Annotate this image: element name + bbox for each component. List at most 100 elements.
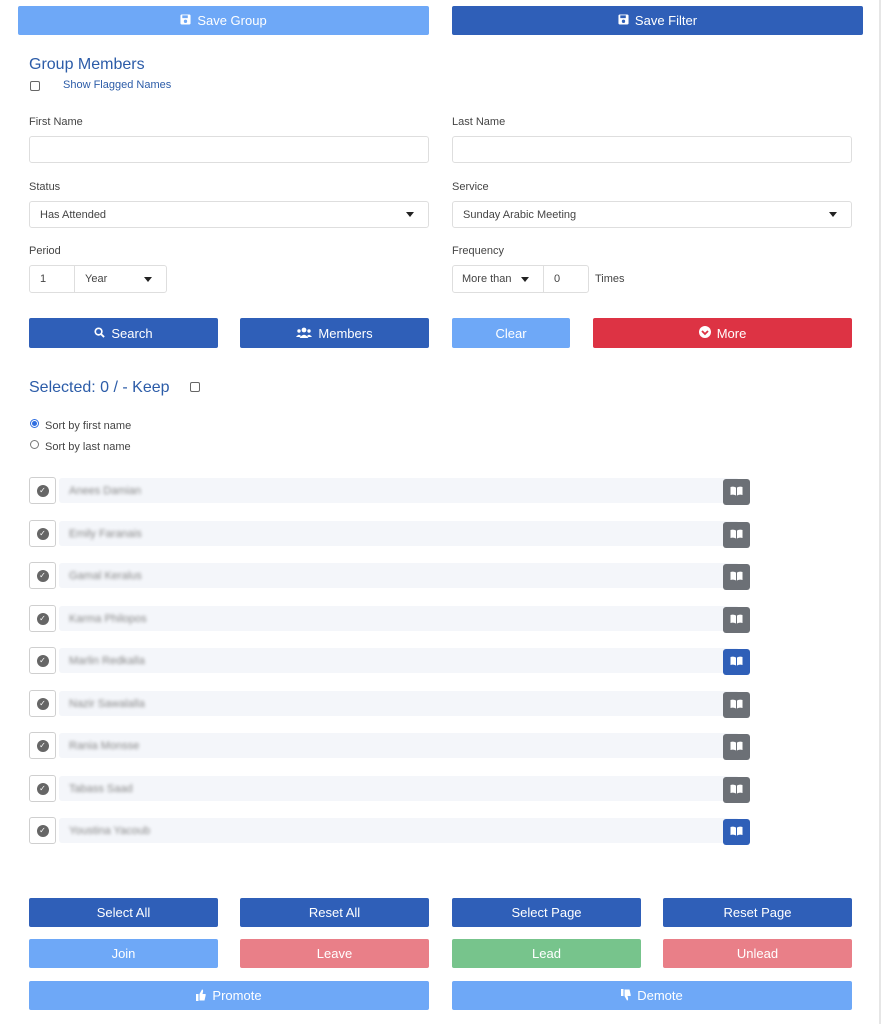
member-select-toggle[interactable]: ✓ xyxy=(29,775,56,802)
member-name-field[interactable]: Gamal Keralus xyxy=(59,563,739,588)
save-group-label: Save Group xyxy=(197,13,267,28)
sort-last-name-radio[interactable] xyxy=(30,440,39,449)
member-name-field[interactable]: Youstina Yacoub xyxy=(59,818,739,843)
period-unit-select[interactable]: Year xyxy=(74,265,167,293)
lead-button[interactable]: Lead xyxy=(452,939,641,968)
member-select-toggle[interactable]: ✓ xyxy=(29,605,56,632)
demote-button[interactable]: Demote xyxy=(452,981,852,1010)
frequency-operator-select[interactable]: More than xyxy=(452,265,544,293)
member-row: ✓ Rania Monsse xyxy=(29,732,759,760)
member-notes-button[interactable] xyxy=(723,522,750,548)
member-notes-button[interactable] xyxy=(723,649,750,675)
check-circle-icon: ✓ xyxy=(36,782,49,795)
thumbs-down-icon xyxy=(621,988,631,1003)
first-name-field[interactable] xyxy=(29,136,429,163)
demote-label: Demote xyxy=(637,988,683,1003)
member-name-field[interactable]: Rania Monsse xyxy=(59,733,739,758)
search-button[interactable]: Search xyxy=(29,318,218,348)
member-select-toggle[interactable]: ✓ xyxy=(29,690,56,717)
check-circle-icon: ✓ xyxy=(36,612,49,625)
leave-button[interactable]: Leave xyxy=(240,939,429,968)
members-button[interactable]: Members xyxy=(240,318,429,348)
search-label: Search xyxy=(111,325,153,341)
check-circle-icon: ✓ xyxy=(36,569,49,582)
lead-label: Lead xyxy=(532,946,561,961)
member-name: Tabass Saad xyxy=(69,782,133,795)
open-book-icon xyxy=(730,738,743,756)
more-label: More xyxy=(716,325,747,341)
member-row: ✓ Gamal Keralus xyxy=(29,562,759,590)
status-label: Status xyxy=(29,181,61,193)
member-name-field[interactable]: Tabass Saad xyxy=(59,776,739,801)
last-name-field[interactable] xyxy=(452,136,852,163)
service-select[interactable]: Sunday Arabic Meeting xyxy=(452,201,852,228)
member-select-toggle[interactable]: ✓ xyxy=(29,520,56,547)
open-book-icon xyxy=(730,526,743,544)
check-circle-icon: ✓ xyxy=(36,824,49,837)
member-notes-button[interactable] xyxy=(723,692,750,718)
period-number-field[interactable]: 1 xyxy=(29,265,75,293)
group-members-title: Group Members xyxy=(29,56,145,73)
save-group-button[interactable]: Save Group xyxy=(18,6,429,35)
check-circle-icon: ✓ xyxy=(36,527,49,540)
sort-first-name-radio[interactable] xyxy=(30,419,39,428)
member-name-field[interactable]: Anees Damian xyxy=(59,478,739,503)
member-select-toggle[interactable]: ✓ xyxy=(29,817,56,844)
member-name-field[interactable]: Emily Faranais xyxy=(59,521,739,546)
select-all-button[interactable]: Select All xyxy=(29,898,218,927)
keep-checkbox[interactable] xyxy=(190,382,200,392)
join-button[interactable]: Join xyxy=(29,939,218,968)
member-row: ✓ Nazir Sawalalla xyxy=(29,690,759,718)
sort-first-name-label[interactable]: Sort by first name xyxy=(45,420,131,432)
period-unit-chevron-down-icon xyxy=(144,277,152,282)
reset-all-button[interactable]: Reset All xyxy=(240,898,429,927)
check-circle-icon: ✓ xyxy=(36,484,49,497)
member-name: Emily Faranais xyxy=(69,527,142,540)
member-name: Gamal Keralus xyxy=(69,569,142,582)
users-icon xyxy=(296,327,313,340)
member-row: ✓ Youstina Yacoub xyxy=(29,817,759,845)
frequency-operator-value: More than xyxy=(462,273,512,285)
open-book-icon xyxy=(730,781,743,799)
show-flagged-label[interactable]: Show Flagged Names xyxy=(63,79,171,91)
reset-page-button[interactable]: Reset Page xyxy=(663,898,852,927)
member-select-toggle[interactable]: ✓ xyxy=(29,477,56,504)
reset-all-label: Reset All xyxy=(308,905,361,920)
open-book-icon xyxy=(730,823,743,841)
service-chevron-down-icon xyxy=(829,212,837,217)
frequency-count-field[interactable]: 0 xyxy=(543,265,589,293)
last-name-label: Last Name xyxy=(452,116,506,128)
show-flagged-checkbox[interactable] xyxy=(30,81,40,91)
member-notes-button[interactable] xyxy=(723,734,750,760)
open-book-icon xyxy=(730,696,743,714)
member-row: ✓ Tabass Saad xyxy=(29,775,759,803)
select-page-button[interactable]: Select Page xyxy=(452,898,641,927)
promote-button[interactable]: Promote xyxy=(29,981,429,1010)
member-select-toggle[interactable]: ✓ xyxy=(29,732,56,759)
member-select-toggle[interactable]: ✓ xyxy=(29,647,56,674)
sort-last-name-label[interactable]: Sort by last name xyxy=(45,441,131,453)
frequency-chevron-down-icon xyxy=(521,277,529,282)
open-book-icon xyxy=(730,611,743,629)
member-notes-button[interactable] xyxy=(723,564,750,590)
check-circle-icon: ✓ xyxy=(36,697,49,710)
member-notes-button[interactable] xyxy=(723,479,750,505)
member-row: ✓ Emily Faranais xyxy=(29,520,759,548)
member-name-field[interactable]: Nazir Sawalalla xyxy=(59,691,739,716)
status-select[interactable]: Has Attended xyxy=(29,201,429,228)
save-filter-button[interactable]: Save Filter xyxy=(452,6,863,35)
member-notes-button[interactable] xyxy=(723,777,750,803)
member-name-field[interactable]: Marlin Redkalla xyxy=(59,648,739,673)
save-filter-label: Save Filter xyxy=(634,13,698,28)
more-button[interactable]: More xyxy=(593,318,852,348)
check-circle-icon: ✓ xyxy=(36,654,49,667)
member-select-toggle[interactable]: ✓ xyxy=(29,562,56,589)
member-name: Nazir Sawalalla xyxy=(69,697,145,710)
member-notes-button[interactable] xyxy=(723,819,750,845)
unlead-button[interactable]: Unlead xyxy=(663,939,852,968)
member-notes-button[interactable] xyxy=(723,607,750,633)
clear-button[interactable]: Clear xyxy=(452,318,570,348)
member-name-field[interactable]: Karma Philopos xyxy=(59,606,739,631)
open-book-icon xyxy=(730,483,743,501)
frequency-unit-label: Times xyxy=(595,273,625,285)
